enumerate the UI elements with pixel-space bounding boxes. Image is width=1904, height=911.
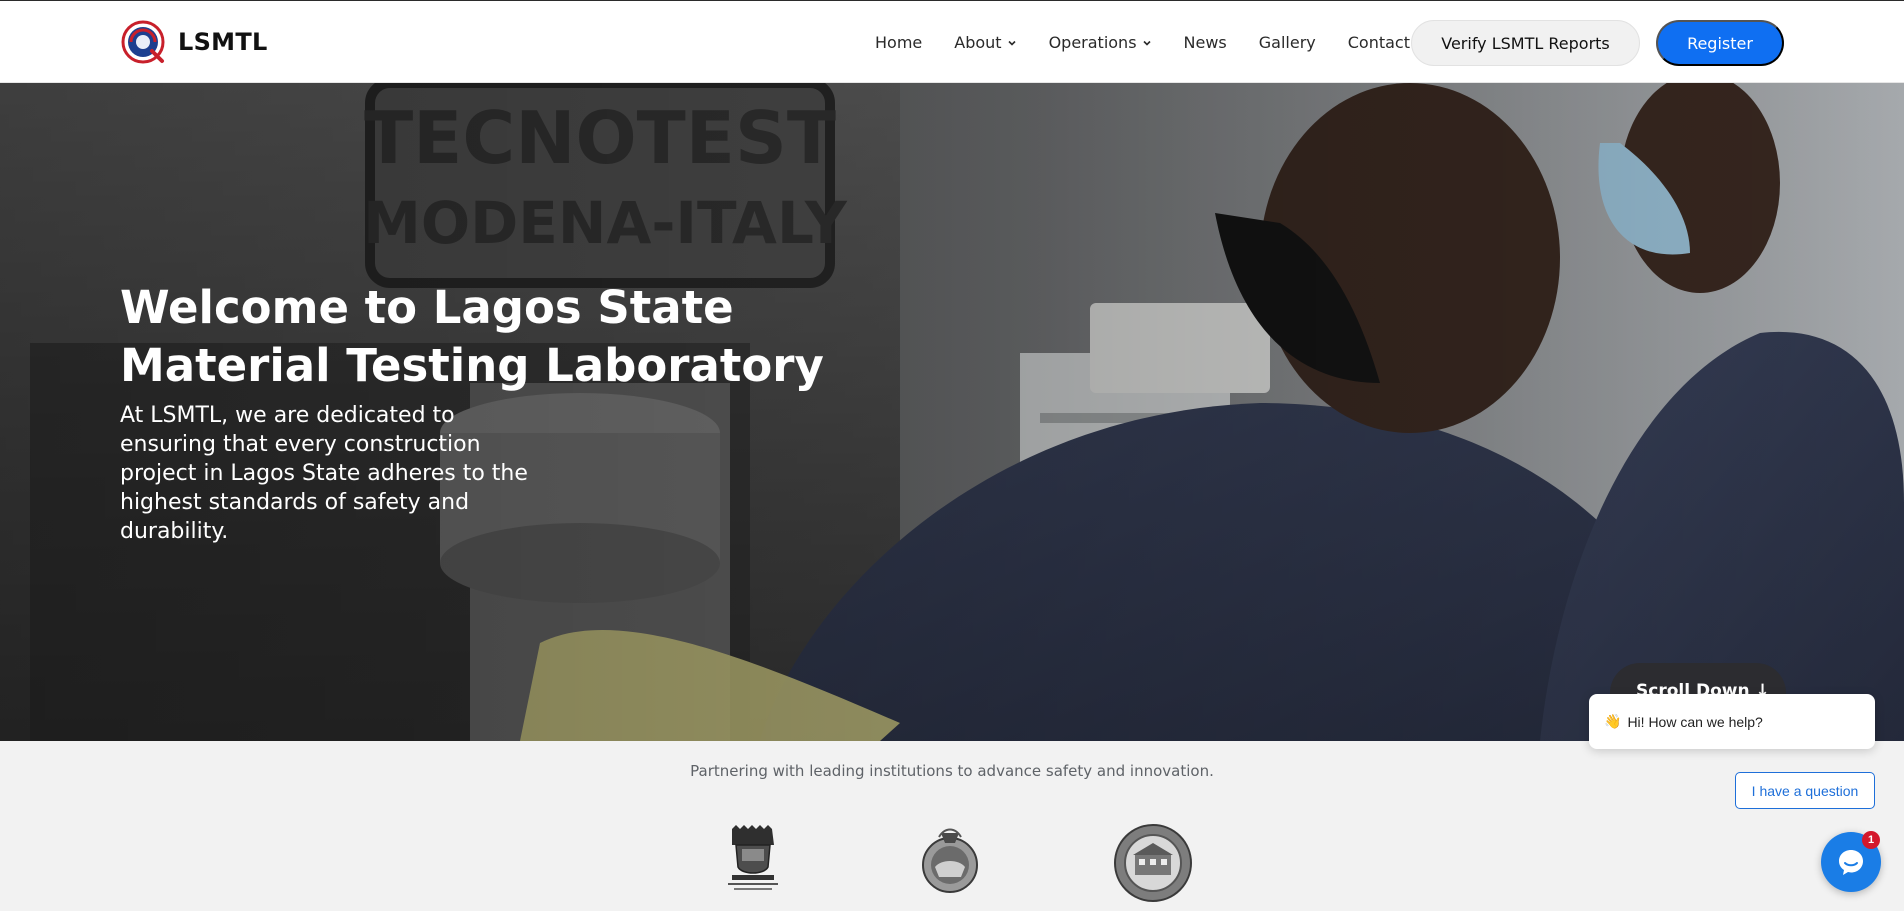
brand[interactable]: LSMTL xyxy=(121,20,268,64)
lagos-state-government-logo xyxy=(728,825,778,890)
partners-section: Partnering with leading institutions to … xyxy=(0,741,1904,911)
chat-icon xyxy=(1839,850,1863,875)
waving-hand-icon: 👋 xyxy=(1604,713,1622,729)
chat-greeting-bubble[interactable]: 👋 Hi! How can we help? xyxy=(1589,694,1875,749)
hero-subtitle: At LSMTL, we are dedicated to ensuring t… xyxy=(120,403,528,544)
nav-gallery-label: Gallery xyxy=(1258,33,1316,52)
nav-about[interactable]: About xyxy=(954,33,1016,52)
nav-news-label: News xyxy=(1183,33,1227,52)
lsmtl-logo-icon xyxy=(121,20,165,64)
chevron-down-icon xyxy=(1142,40,1151,46)
lagos-state-building-control-agency-logo xyxy=(1114,824,1192,902)
register-button[interactable]: Register xyxy=(1656,20,1784,66)
brand-name: LSMTL xyxy=(178,28,268,56)
nav-about-label: About xyxy=(954,33,1002,52)
chat-unread-badge: 1 xyxy=(1862,831,1880,849)
nav-news[interactable]: News xyxy=(1184,33,1227,52)
nav-home-label: Home xyxy=(875,33,923,52)
hero-section: TECNOTEST MODENA-ITALY Welcome to Lagos … xyxy=(0,83,1904,741)
verify-reports-button[interactable]: Verify LSMTL Reports xyxy=(1411,20,1640,66)
nav-home[interactable]: Home xyxy=(875,33,922,52)
partners-tagline: Partnering with leading institutions to … xyxy=(690,762,1214,780)
nav-contact[interactable]: Contact xyxy=(1348,33,1410,52)
lagos-state-crest-logo xyxy=(922,828,978,893)
hero-title: Welcome to Lagos State Material Testing … xyxy=(120,281,824,392)
nav-gallery[interactable]: Gallery xyxy=(1259,33,1316,52)
chevron-down-icon xyxy=(1007,40,1016,46)
site-header: LSMTL Home About Operations News Gallery… xyxy=(0,0,1904,83)
nav-operations-label: Operations xyxy=(1048,33,1137,52)
nav-contact-label: Contact xyxy=(1347,33,1410,52)
main-nav: Home About Operations News Gallery Conta… xyxy=(875,1,1410,84)
nav-operations[interactable]: Operations xyxy=(1049,33,1152,52)
chat-question-button[interactable]: I have a question xyxy=(1735,772,1875,809)
chat-greeting-text: Hi! How can we help? xyxy=(1627,713,1763,730)
